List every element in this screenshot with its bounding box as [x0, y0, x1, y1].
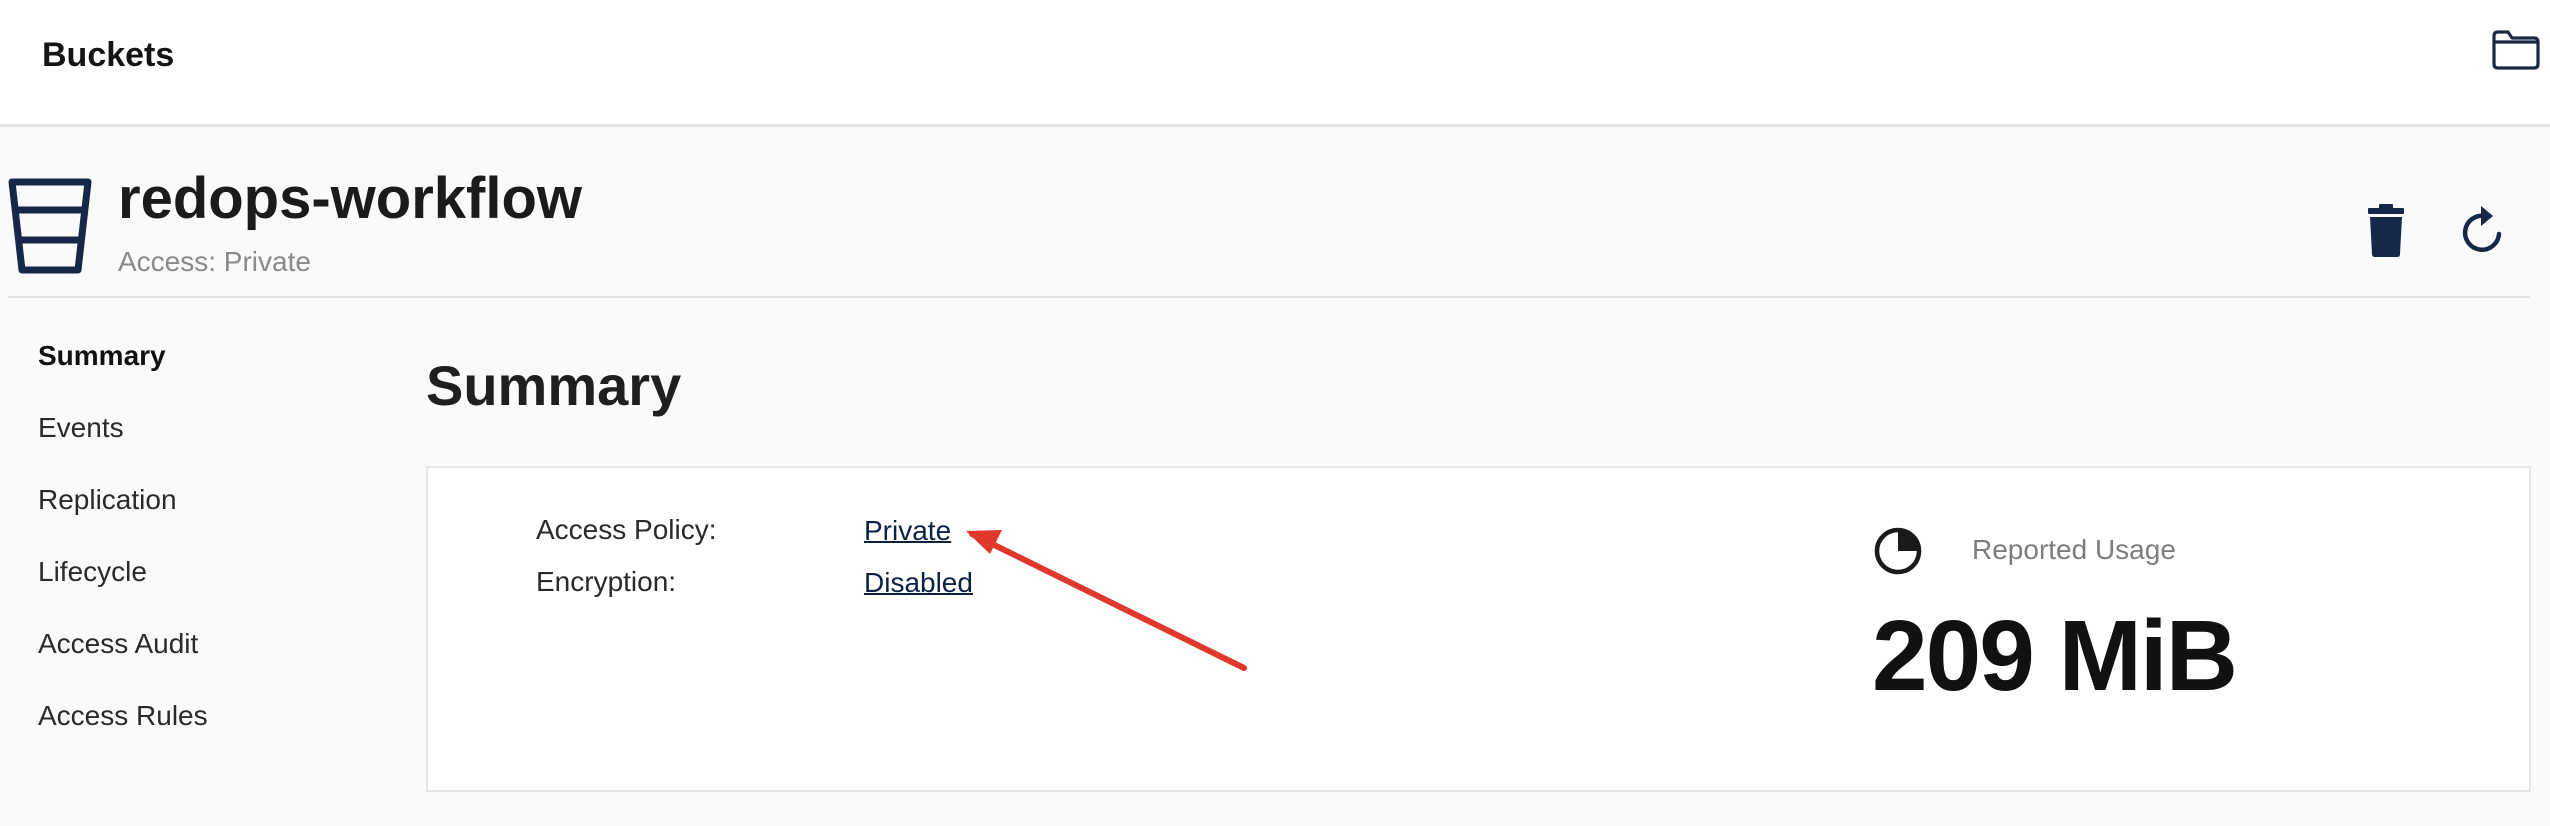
access-policy-link[interactable]: Private [864, 515, 951, 547]
folder-icon[interactable] [2490, 26, 2540, 72]
page-title: Buckets [42, 36, 175, 74]
encryption-link[interactable]: Disabled [864, 567, 973, 599]
trash-icon[interactable] [2362, 204, 2410, 258]
sidebar-item-lifecycle[interactable]: Lifecycle [38, 556, 358, 628]
header-divider [8, 296, 2530, 298]
pie-chart-icon [1873, 526, 1923, 576]
sidebar-item-access-audit[interactable]: Access Audit [38, 628, 358, 700]
refresh-icon[interactable] [2455, 204, 2511, 260]
reported-usage-label: Reported Usage [1972, 534, 2176, 565]
sidebar-item-events[interactable]: Events [38, 412, 358, 484]
section-title: Summary [426, 354, 682, 417]
top-bar: Buckets [0, 0, 2550, 127]
sidebar-item-access-rules[interactable]: Access Rules [38, 700, 358, 772]
encryption-label: Encryption: [536, 566, 677, 597]
bucket-header: redops-workflow Access: Private [0, 130, 2550, 298]
sidebar-item-summary[interactable]: Summary [38, 340, 358, 412]
bucket-sidebar: Summary Events Replication Lifecycle Acc… [38, 340, 358, 772]
bucket-name: redops-workflow [118, 166, 583, 231]
reported-usage-value: 209 MiB [1872, 600, 2238, 712]
bucket-access-status: Access: Private [118, 246, 311, 277]
access-policy-label: Access Policy: [536, 514, 717, 545]
sidebar-item-replication[interactable]: Replication [38, 484, 358, 556]
summary-card: Access Policy: Private Encryption: Disab… [426, 466, 2531, 792]
